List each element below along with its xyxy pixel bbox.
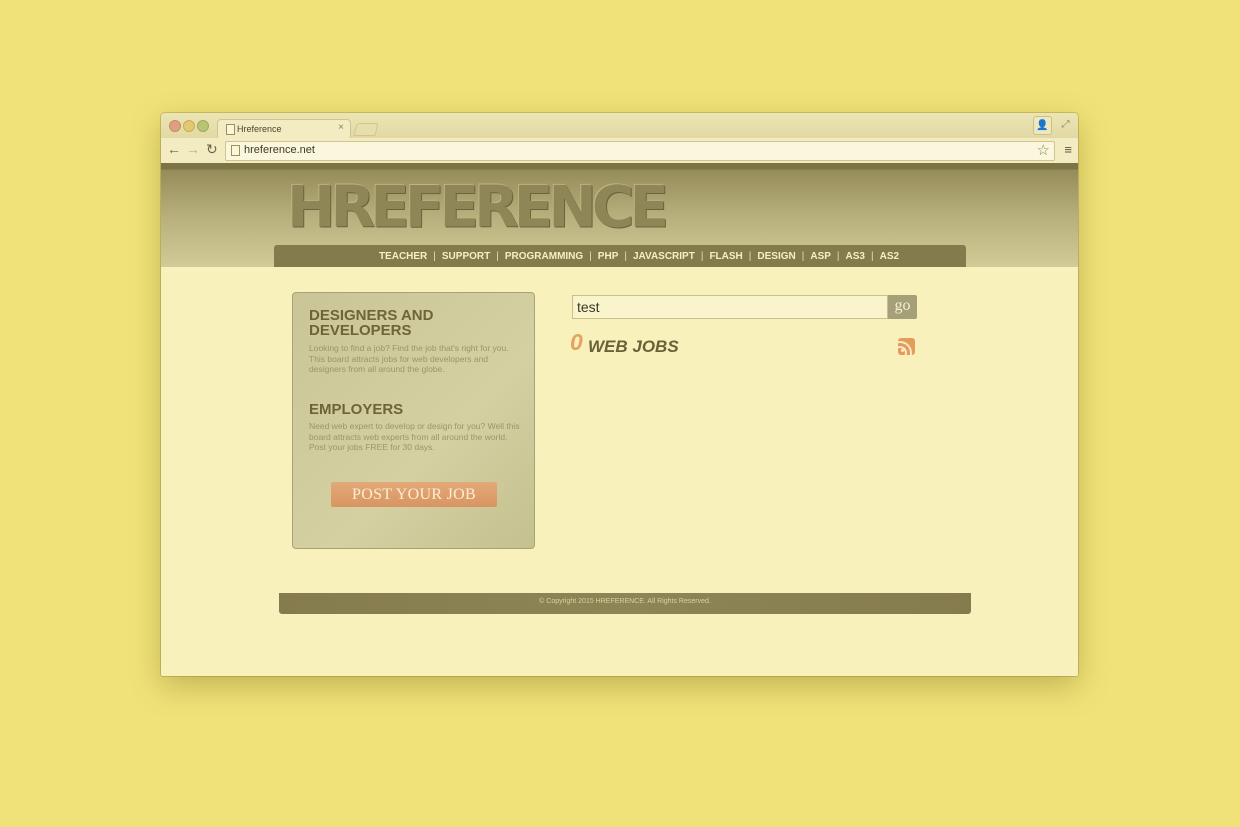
title-bar: Hreference × 👤 ⤢ [161,113,1078,139]
nav-link-flash[interactable]: FLASH [709,251,742,262]
nav-link-as2[interactable]: AS2 [880,251,899,262]
nav-link-design[interactable]: DESIGN [757,251,795,262]
post-job-button[interactable]: POST YOUR JOB [331,482,497,507]
star-icon[interactable]: ☆ [1037,141,1050,159]
fullscreen-icon[interactable]: ⤢ [1057,116,1074,133]
site-header: HREFERENCE TEACHER | SUPPORT | PROGRAMMING | P… [161,163,1078,267]
jobs-label: WEB JOBS [588,337,679,356]
rss-dot [901,349,904,352]
site-footer: © Copyright 2015 HREFERENCE. All Rights … [279,593,971,614]
menu-icon[interactable]: ≡ [1064,142,1072,157]
jobs-count: 0 [570,329,583,355]
document-icon [231,145,240,156]
web-page: HREFERENCE TEACHER | SUPPORT | PROGRAMMING | P… [161,163,1078,676]
reload-icon[interactable]: ↻ [206,141,218,158]
nav-link-asp[interactable]: ASP [810,251,831,262]
close-icon[interactable]: × [338,122,344,133]
nav-link-support[interactable]: SUPPORT [442,251,490,262]
nav-separator: | [700,250,704,262]
nav-link-php[interactable]: PHP [598,251,619,262]
employers-heading: EMPLOYERS [309,401,404,418]
zoom-window-button[interactable] [197,120,209,132]
close-window-button[interactable] [169,120,181,132]
forward-arrow-icon[interactable]: → [186,141,200,157]
rss-icon[interactable] [898,338,915,355]
designers-text: Looking to find a job? Find the job that… [309,343,509,374]
nav-separator: | [748,250,752,262]
nav-separator: | [870,250,874,262]
info-panel: DESIGNERS AND DEVELOPERS Looking to find… [292,292,535,549]
employers-text: Need web expert to develop or design for… [309,421,520,452]
search-input[interactable] [572,295,888,319]
nav-separator: | [801,250,805,262]
browser-tab[interactable]: Hreference × [217,119,351,139]
nav-link-programming[interactable]: PROGRAMMING [505,251,583,262]
profile-icon[interactable]: 👤 [1033,116,1052,135]
nav-link-teacher[interactable]: TEACHER [379,251,427,262]
designers-heading: DESIGNERS AND DEVELOPERS [309,307,434,339]
nav-link-as3[interactable]: AS3 [846,251,865,262]
nav-separator: | [433,250,436,262]
minimize-window-button[interactable] [183,120,195,132]
nav-links: TEACHER | SUPPORT | PROGRAMMING | PHP | JAVASCRI… [274,245,966,267]
address-bar[interactable]: hreference.net ☆ [225,141,1055,161]
nav-link-javascript[interactable]: JAVASCRIPT [633,251,695,262]
site-logo[interactable]: HREFERENCE [287,177,669,238]
main-nav: TEACHER | SUPPORT | PROGRAMMING | PHP | JAVASCRI… [274,245,966,267]
url-text[interactable]: hreference.net [244,144,315,156]
document-icon [226,124,235,135]
go-button[interactable]: go [888,295,917,319]
nav-separator: | [496,250,499,262]
nav-separator: | [624,250,627,262]
tab-title: Hreference [237,124,282,134]
nav-separator: | [589,250,592,262]
copyright-text: © Copyright 2015 HREFERENCE. All Rights … [539,598,711,605]
new-tab-button[interactable] [353,123,379,136]
browser-window: Hreference × 👤 ⤢ ← → ↻ hreference.net ☆ … [161,113,1078,676]
nav-separator: | [836,250,840,262]
back-arrow-icon[interactable]: ← [167,141,181,157]
browser-toolbar: ← → ↻ hreference.net ☆ ≡ [161,138,1078,164]
